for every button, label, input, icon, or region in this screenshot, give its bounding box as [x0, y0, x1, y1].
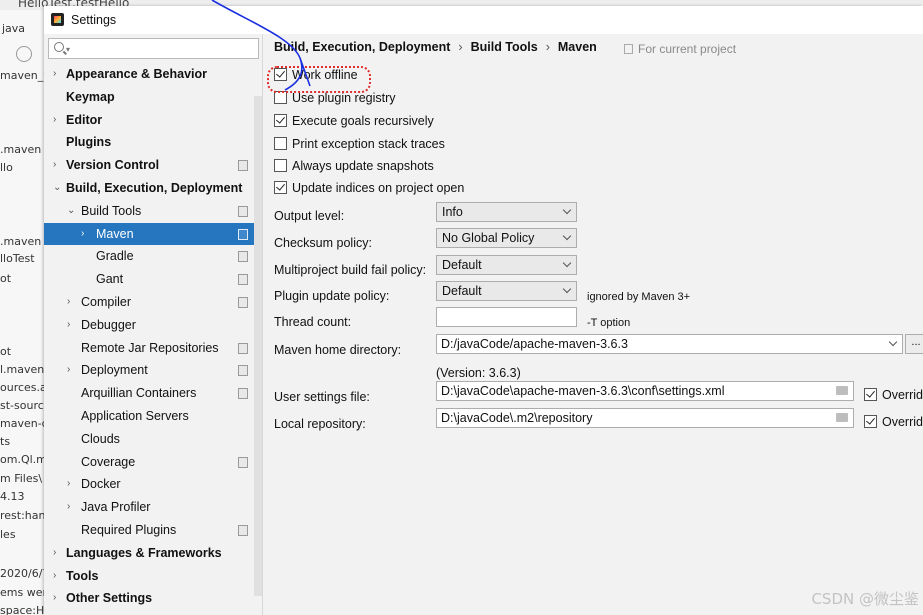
annotation-stroke — [211, 0, 311, 91]
handdrawn-arrow-annotation — [211, 0, 311, 91]
